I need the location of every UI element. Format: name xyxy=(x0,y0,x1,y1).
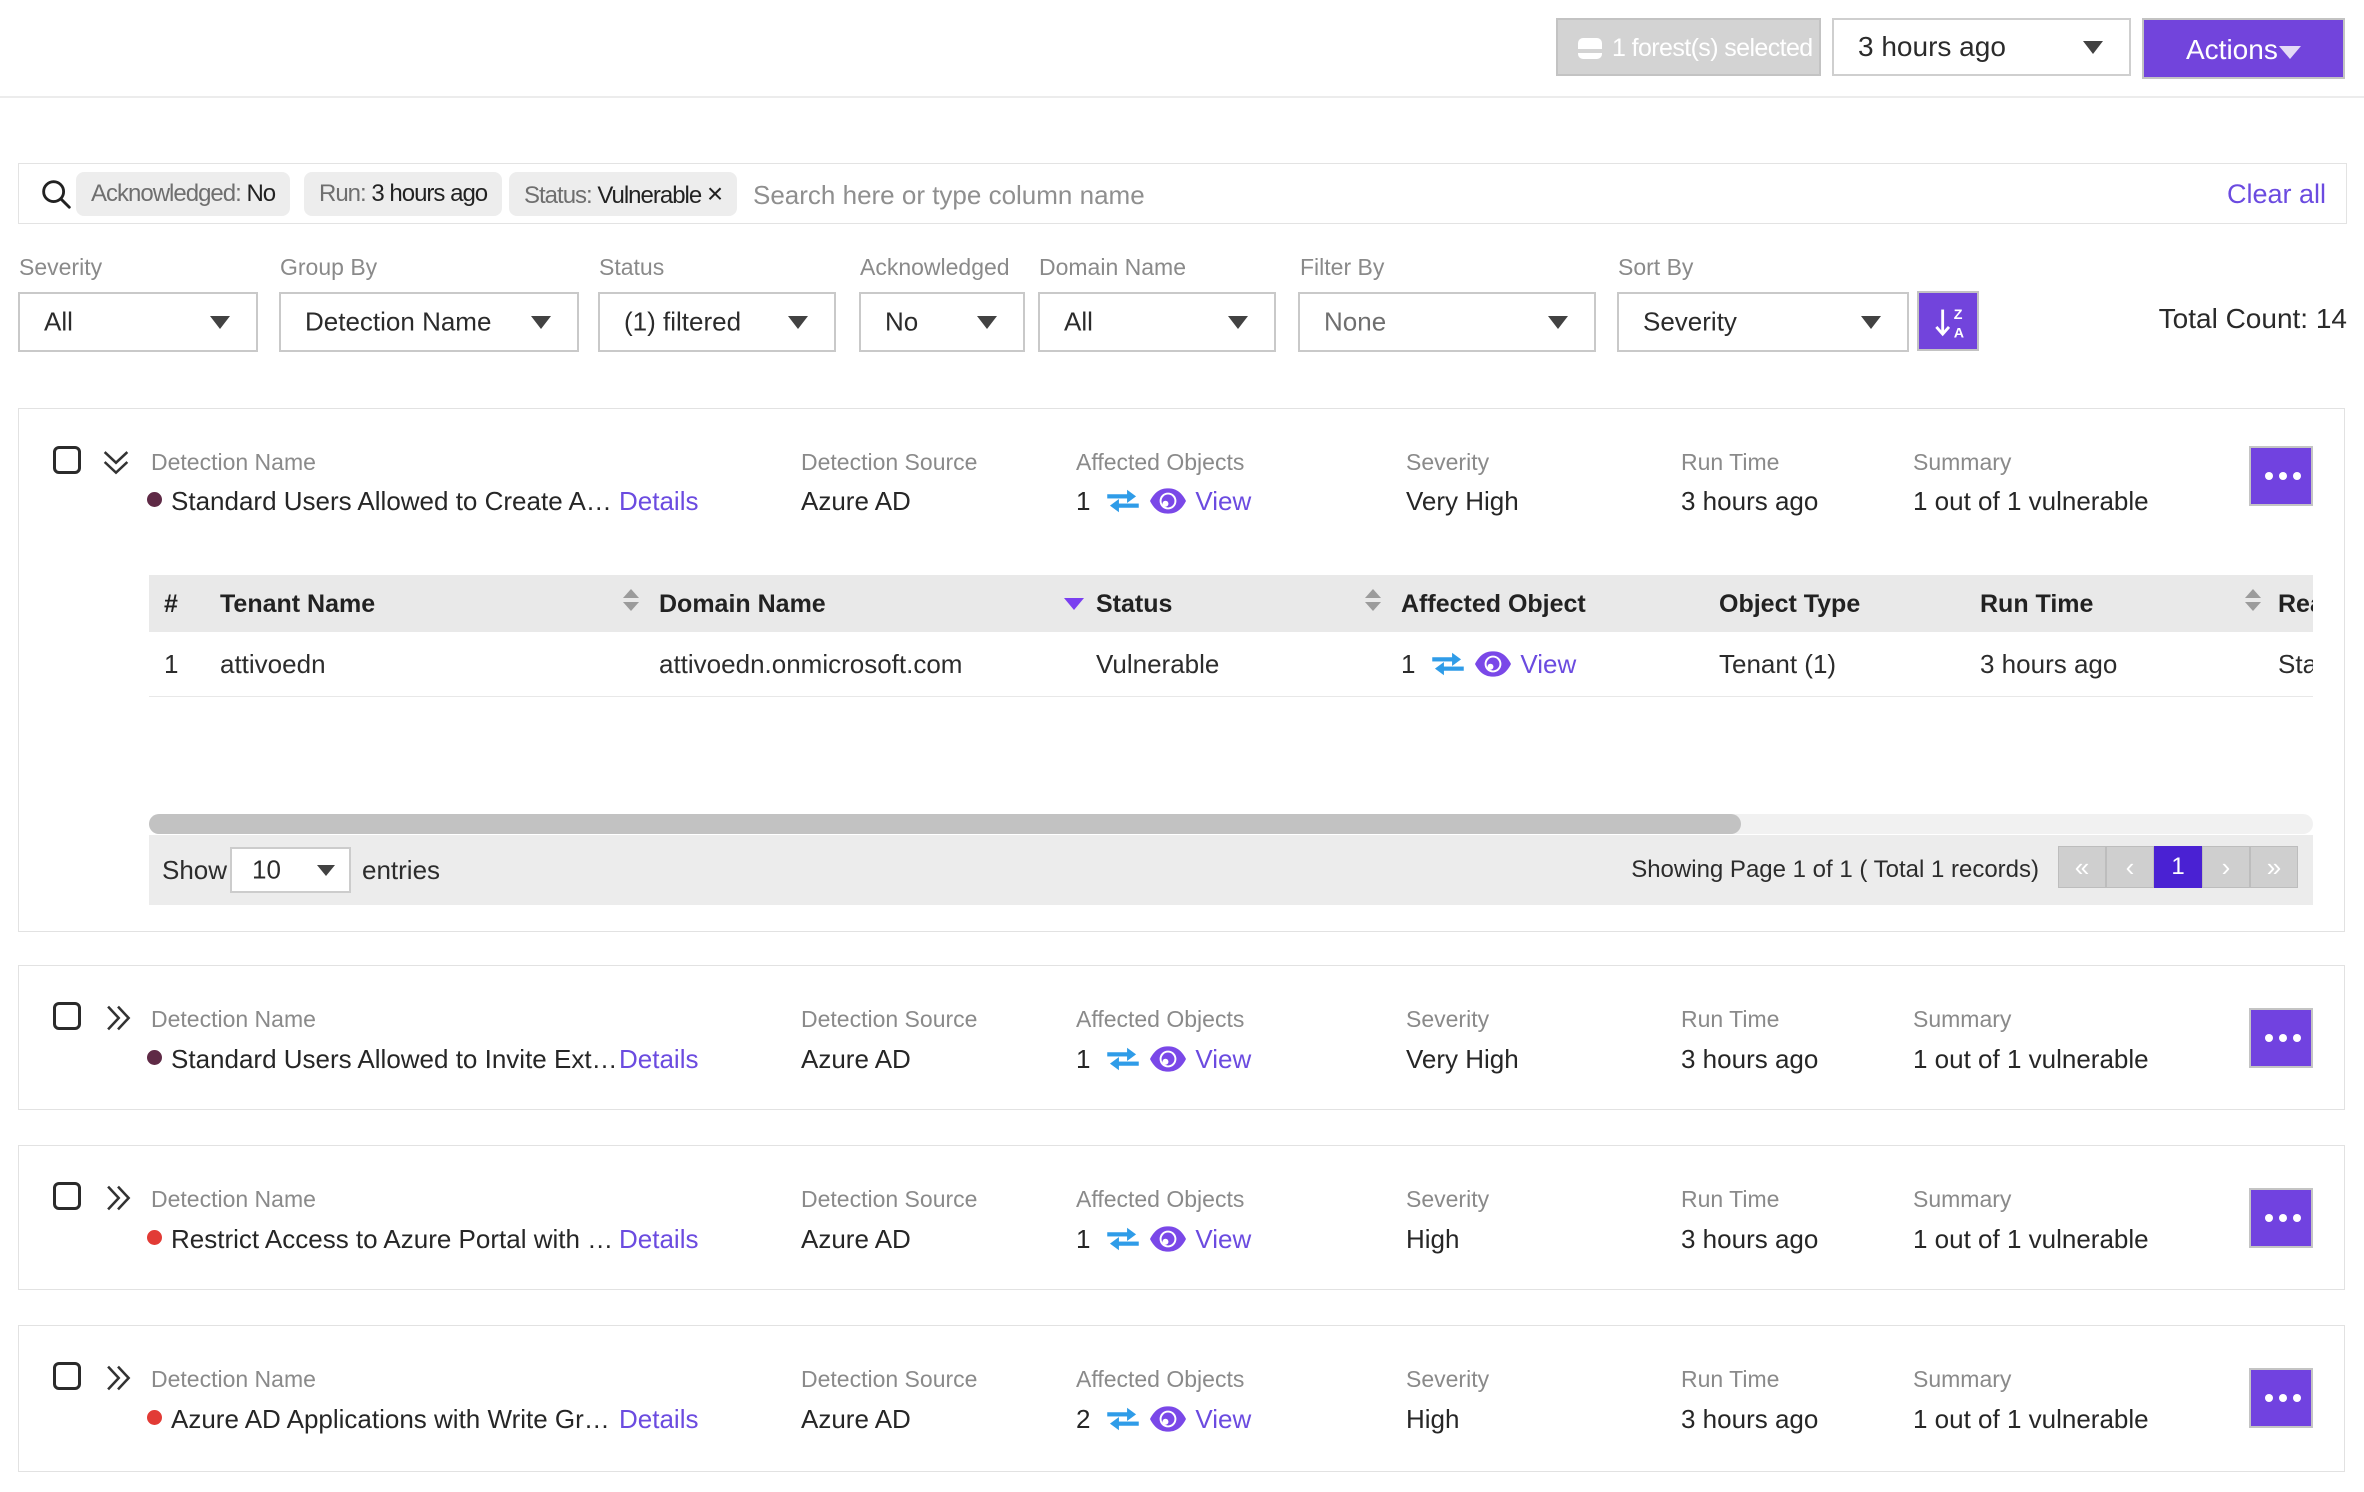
svg-text:A: A xyxy=(1954,325,1964,341)
svg-text:Z: Z xyxy=(1954,307,1963,323)
